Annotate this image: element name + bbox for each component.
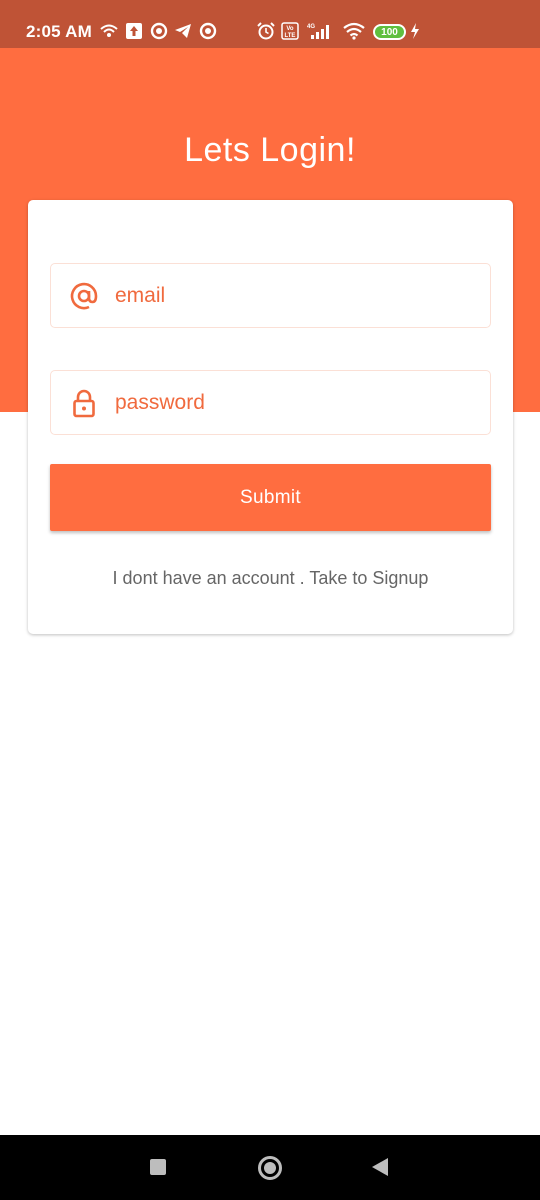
navigation-bar bbox=[0, 1135, 540, 1200]
wifi-icon bbox=[342, 22, 366, 40]
signup-link[interactable]: I dont have an account . Take to Signup bbox=[28, 568, 513, 589]
status-bar: 2:05 AM Vo LTE 4G 100 bbox=[0, 0, 540, 48]
hotspot-icon bbox=[100, 22, 118, 40]
svg-text:Vo: Vo bbox=[286, 26, 294, 32]
back-button[interactable] bbox=[372, 1158, 388, 1176]
login-card: Submit I dont have an account . Take to … bbox=[28, 200, 513, 634]
recent-apps-button[interactable] bbox=[150, 1159, 166, 1175]
password-input[interactable] bbox=[115, 371, 475, 434]
app-notification-icon-2 bbox=[199, 22, 217, 40]
lock-icon bbox=[69, 388, 99, 418]
volte-icon: Vo LTE bbox=[281, 22, 299, 40]
cell-signal-icon: 4G bbox=[305, 22, 333, 40]
home-icon bbox=[264, 1162, 276, 1174]
svg-text:LTE: LTE bbox=[285, 33, 296, 39]
submit-button[interactable]: Submit bbox=[50, 464, 491, 531]
home-button[interactable] bbox=[258, 1156, 282, 1180]
charging-icon bbox=[409, 22, 421, 40]
status-time: 2:05 AM bbox=[26, 22, 92, 41]
telegram-icon bbox=[174, 22, 192, 40]
battery-indicator: 100 bbox=[373, 24, 406, 40]
page-title: Lets Login! bbox=[184, 131, 356, 169]
email-input[interactable] bbox=[115, 264, 475, 327]
password-field[interactable] bbox=[50, 370, 491, 435]
app-notification-icon bbox=[150, 22, 168, 40]
at-sign-icon bbox=[69, 281, 99, 311]
alarm-icon bbox=[257, 22, 275, 40]
email-field[interactable] bbox=[50, 263, 491, 328]
svg-text:4G: 4G bbox=[307, 24, 315, 30]
upload-icon bbox=[125, 22, 143, 40]
